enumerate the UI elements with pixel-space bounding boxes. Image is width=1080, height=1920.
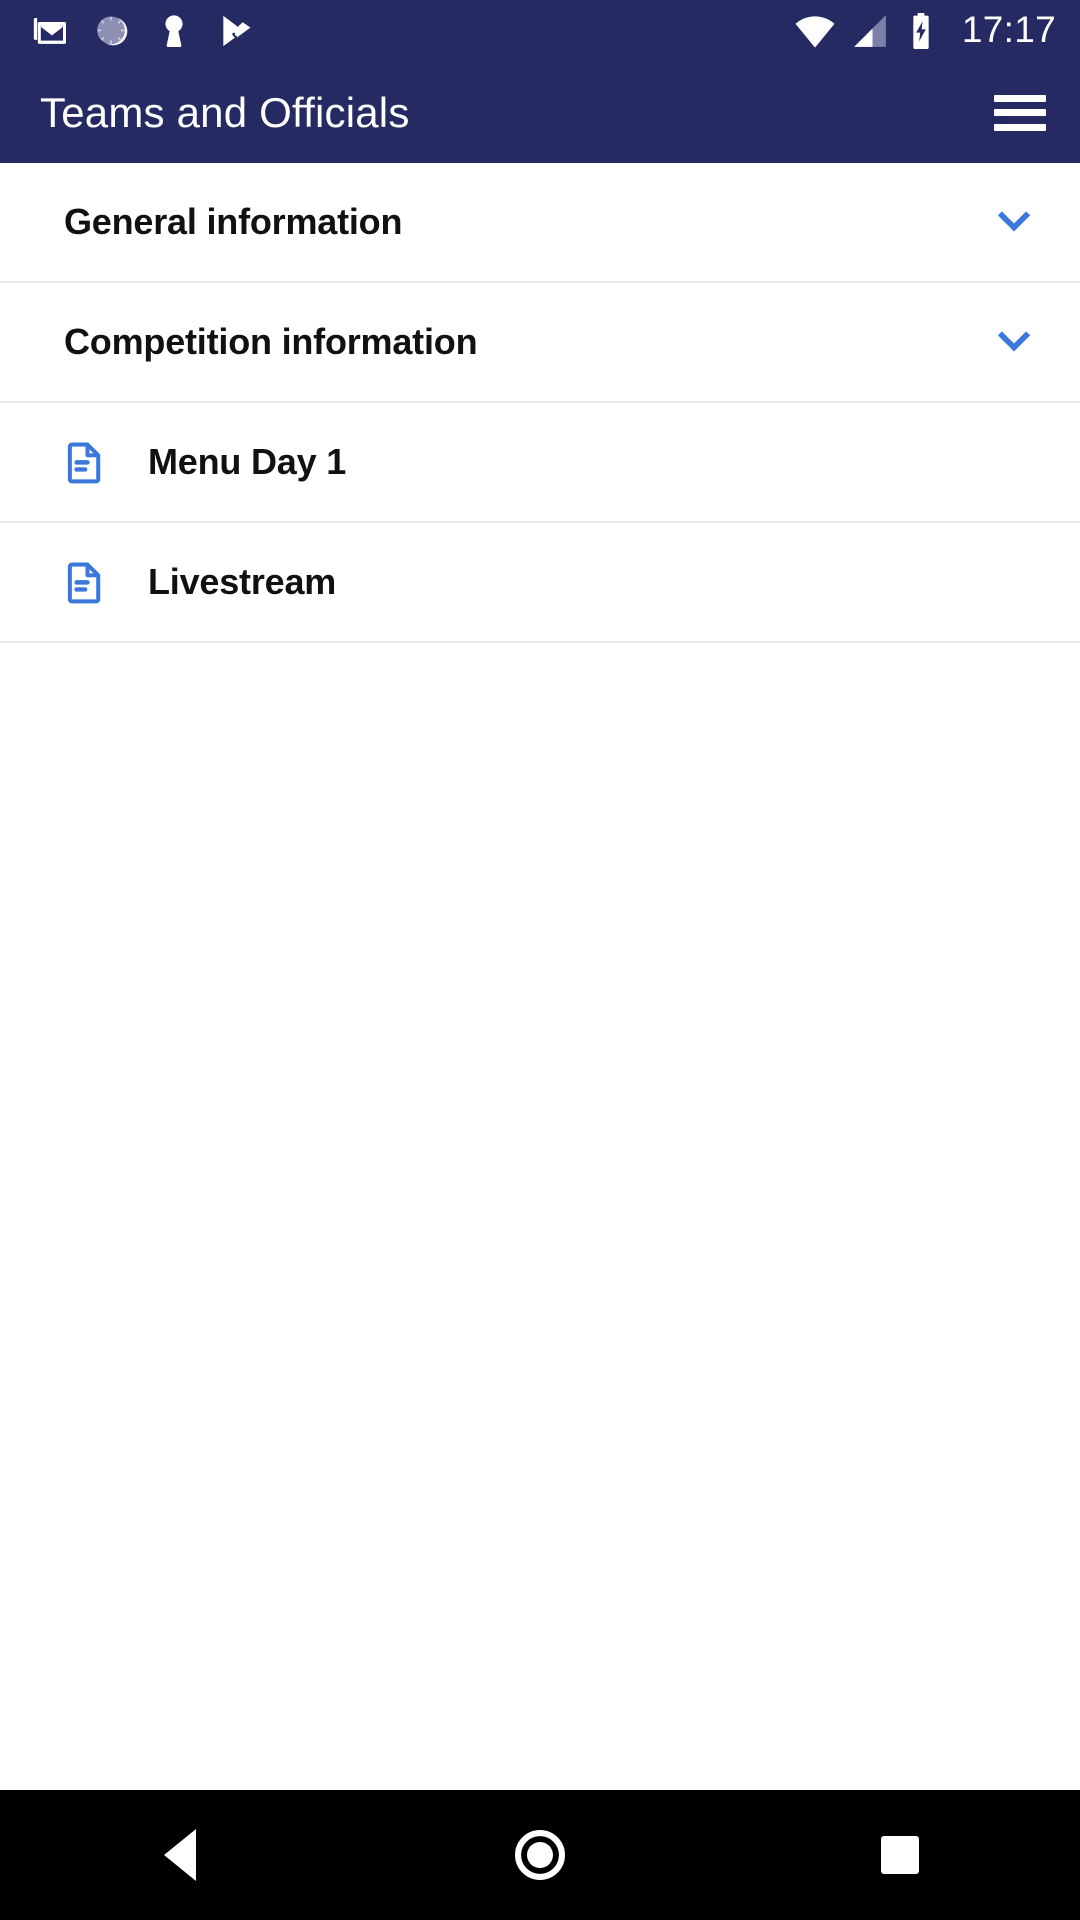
vpn-key-icon <box>165 15 183 48</box>
back-triangle-icon <box>164 1829 196 1881</box>
list-item-label: Livestream <box>148 561 337 602</box>
list-item-competition-information[interactable]: Competition information <box>0 283 1080 403</box>
nav-back-button[interactable] <box>0 1790 360 1920</box>
recents-square-icon <box>881 1836 919 1874</box>
android-navigation-bar <box>0 1790 1080 1920</box>
hamburger-bar-1 <box>994 94 1046 102</box>
nav-recents-button[interactable] <box>720 1790 1080 1920</box>
list-item-livestream[interactable]: Livestream <box>0 523 1080 643</box>
document-icon <box>67 562 101 604</box>
home-circle-icon <box>515 1830 565 1880</box>
status-bar-clock: 17:17 <box>961 9 1056 50</box>
chevron-down-icon[interactable] <box>992 200 1036 244</box>
app-bar: Teams and Officials <box>0 62 1080 163</box>
page-title: Teams and Officials <box>40 88 410 136</box>
list-item-label: General information <box>64 201 403 242</box>
gmail-icon <box>33 18 66 44</box>
hamburger-bar-2 <box>994 109 1046 116</box>
list-item-general-information[interactable]: General information <box>0 163 1080 283</box>
content-list: General information Competition informat… <box>0 163 1080 1790</box>
dial-progress-icon <box>97 16 128 46</box>
wifi-icon <box>795 16 835 48</box>
play-store-update-icon <box>223 15 251 47</box>
list-item-label: Menu Day 1 <box>148 441 347 482</box>
battery-charging-icon <box>913 13 929 49</box>
status-bar-system-icons: 17:17 <box>794 0 1056 62</box>
list-item-label: Competition information <box>64 321 478 362</box>
status-bar-notification-icons <box>30 0 256 62</box>
cellular-signal-icon <box>854 15 886 47</box>
chevron-down-icon[interactable] <box>992 320 1036 364</box>
hamburger-menu-icon[interactable] <box>994 90 1046 136</box>
nav-home-button[interactable] <box>360 1790 720 1920</box>
status-bar: 17:17 <box>0 0 1080 62</box>
phone-screen: 17:17 Teams and Officials General inform… <box>0 0 1080 1920</box>
list-item-menu-day-1[interactable]: Menu Day 1 <box>0 403 1080 523</box>
document-icon <box>67 442 101 484</box>
hamburger-bar-3 <box>994 123 1046 131</box>
